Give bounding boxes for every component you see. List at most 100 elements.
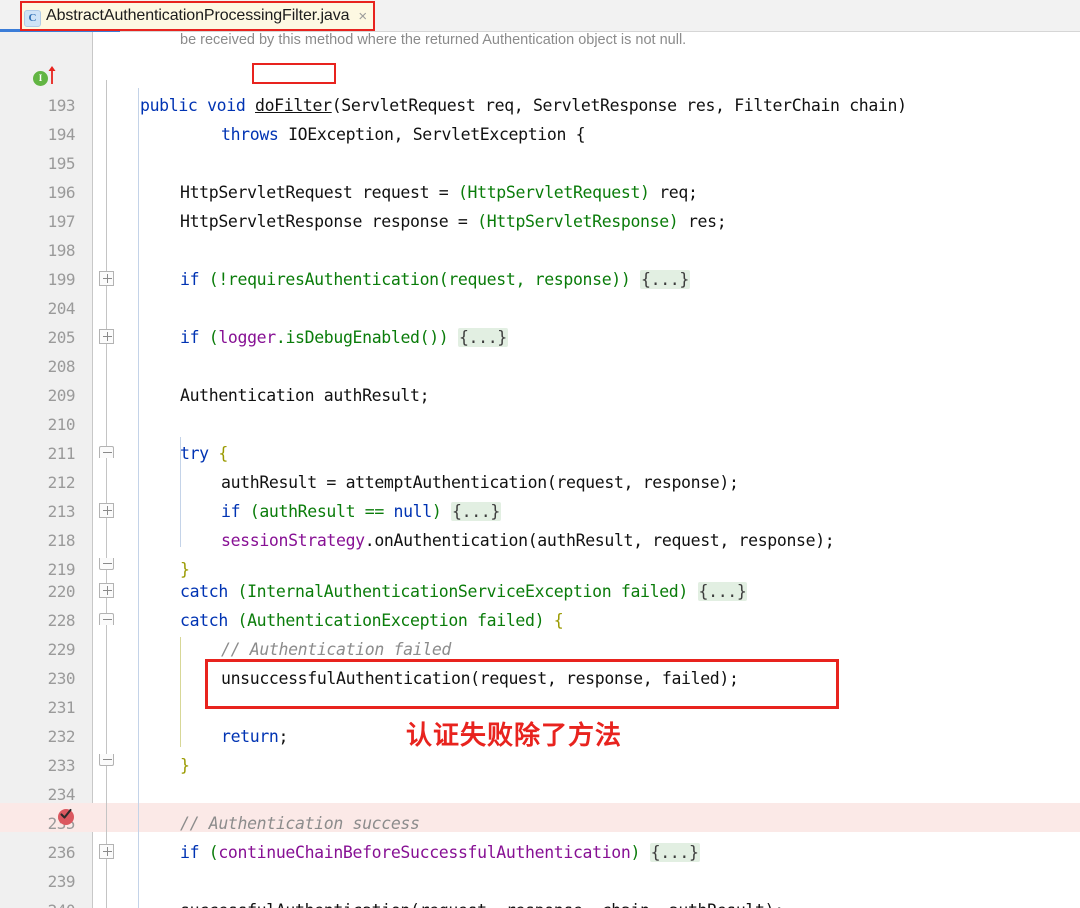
code-method-link[interactable]: doFilter	[255, 96, 332, 115]
code-line-195[interactable]: 195	[0, 149, 1080, 178]
folded-block[interactable]: {...}	[697, 582, 748, 601]
code-call: .isDebugEnabled())	[275, 328, 449, 347]
line-number: 209	[47, 386, 76, 405]
code-line-208[interactable]: 208	[0, 352, 1080, 381]
line-number: 230	[47, 669, 76, 688]
line-number: 213	[47, 502, 76, 521]
code-rest: IOException, ServletException {	[278, 125, 586, 144]
code-text: if (authResult == null) {...}	[221, 497, 501, 526]
line-number: 239	[47, 872, 76, 891]
code-paren: (	[199, 328, 219, 347]
fold-collapse-icon-211[interactable]	[99, 446, 114, 458]
code-line-196[interactable]: 196 HttpServletRequest request = (HttpSe…	[0, 178, 1080, 207]
code-field: continueChainBeforeSuccessfulAuthenticat…	[218, 843, 631, 862]
code-condition: (AuthenticationException failed)	[227, 611, 545, 630]
code-line-234[interactable]: 234	[0, 780, 1080, 809]
line-number: 231	[47, 698, 76, 717]
fold-expand-icon-199[interactable]	[99, 271, 114, 286]
code-text: throws IOException, ServletException {	[221, 120, 586, 149]
line-number: 232	[47, 727, 76, 746]
line-number: 212	[47, 473, 76, 492]
line-number: 240	[0, 896, 76, 908]
code-field: logger	[218, 328, 276, 347]
code-line-228[interactable]: 228 catch (AuthenticationException faile…	[0, 606, 1080, 635]
line-number: 193	[47, 96, 76, 115]
code-condition: (InternalAuthenticationServiceException …	[227, 582, 689, 601]
code-field: sessionStrategy	[221, 531, 365, 550]
code-paren-close: )	[630, 843, 641, 862]
folded-block[interactable]: {...}	[649, 843, 700, 862]
code-editor[interactable]: be received by this method where the ret…	[0, 32, 1080, 908]
line-number: 195	[47, 154, 76, 173]
code-line-239[interactable]: 239	[0, 867, 1080, 896]
code-line-198[interactable]: 198	[0, 236, 1080, 265]
code-text: Authentication authResult;	[180, 386, 430, 405]
code-line-211[interactable]: 211 try {	[0, 439, 1080, 468]
line-number: 199	[47, 270, 76, 289]
code-line-240[interactable]: 240 successfulAuthentication(request, re…	[0, 896, 1080, 908]
annotation-box-unsuccessful-authentication	[205, 659, 839, 709]
code-line-197[interactable]: 197 HttpServletResponse response = (Http…	[0, 207, 1080, 236]
annotation-box-dofilter	[252, 63, 336, 84]
implementation-marker-icon[interactable]: I	[33, 71, 48, 86]
code-rest: .onAuthentication(authResult, request, r…	[364, 531, 835, 550]
code-line-235[interactable]: 235 // Authentication success	[0, 809, 1080, 838]
code-line-213[interactable]: 213 if (authResult == null) {...}	[0, 497, 1080, 526]
code-text: try {	[180, 439, 228, 468]
folded-block[interactable]: {...}	[457, 328, 508, 347]
line-number: 210	[47, 415, 76, 434]
code-keyword: return	[221, 727, 279, 746]
fold-collapse-icon-233[interactable]	[99, 754, 114, 766]
code-line-233[interactable]: 233 }	[0, 751, 1080, 780]
code-line-210[interactable]: 210	[0, 410, 1080, 439]
code-keyword: catch	[180, 582, 228, 601]
line-number: 234	[47, 785, 76, 804]
javadoc-text-row: be received by this method where the ret…	[0, 32, 1080, 57]
line-number: 211	[47, 444, 76, 463]
close-icon[interactable]: ×	[358, 9, 367, 24]
tab-abstract-authentication-processing-filter[interactable]: C AbstractAuthenticationProcessingFilter…	[20, 1, 376, 31]
code-text: public void doFilter(ServletRequest req,…	[140, 91, 907, 120]
code-line-205[interactable]: 205 if (logger.isDebugEnabled()) {...}	[0, 323, 1080, 352]
code-text: catch (InternalAuthenticationServiceExce…	[180, 577, 748, 606]
fold-expand-icon-213[interactable]	[99, 503, 114, 518]
line-number: 197	[47, 212, 76, 231]
code-line-199[interactable]: 199 if (!requiresAuthentication(request,…	[0, 265, 1080, 294]
code-paren-close: )	[431, 502, 442, 521]
code-line-194[interactable]: 194 throws IOException, ServletException…	[0, 120, 1080, 149]
line-number: 196	[47, 183, 76, 202]
line-number: 204	[47, 299, 76, 318]
folded-block[interactable]: {...}	[451, 502, 501, 521]
code-line-212[interactable]: 212 authResult = attemptAuthentication(r…	[0, 468, 1080, 497]
code-null-literal: null	[393, 502, 433, 521]
code-text: if (continueChainBeforeSuccessfulAuthent…	[180, 838, 700, 867]
code-cast: (HttpServletResponse)	[477, 212, 679, 231]
code-tail: ;	[278, 727, 289, 746]
fold-expand-icon-205[interactable]	[99, 329, 114, 344]
line-number: 198	[47, 241, 76, 260]
overriding-method-arrow-icon[interactable]	[47, 65, 57, 85]
code-text: if (logger.isDebugEnabled()) {...}	[180, 323, 508, 352]
code-keyword: catch	[180, 611, 228, 630]
code-keyword: if	[180, 328, 200, 347]
folded-block[interactable]: {...}	[640, 270, 690, 289]
breakpoint-icon[interactable]	[57, 807, 76, 826]
code-text: // Authentication success	[180, 809, 420, 838]
fold-collapse-icon-219[interactable]	[99, 558, 114, 570]
line-number: 228	[47, 611, 76, 630]
code-text: HttpServletRequest request = (HttpServle…	[180, 178, 698, 207]
code-line-209[interactable]: 209 Authentication authResult;	[0, 381, 1080, 410]
fold-collapse-icon-228[interactable]	[99, 613, 114, 625]
code-line-218[interactable]: 218 sessionStrategy.onAuthentication(aut…	[0, 526, 1080, 555]
code-decl: HttpServletRequest request =	[180, 183, 458, 202]
code-line-204[interactable]: 204	[0, 294, 1080, 323]
code-line-220[interactable]: 220 catch (InternalAuthenticationService…	[0, 577, 1080, 606]
code-text: HttpServletResponse response = (HttpServ…	[180, 207, 727, 236]
line-number: 194	[47, 125, 76, 144]
code-keyword: if	[221, 502, 241, 521]
code-line-193[interactable]: 193 public void doFilter(ServletRequest …	[0, 91, 1080, 120]
code-keyword: if	[180, 843, 200, 862]
code-line-236[interactable]: 236 if (continueChainBeforeSuccessfulAut…	[0, 838, 1080, 867]
fold-expand-icon-236[interactable]	[99, 844, 114, 859]
fold-expand-icon-220[interactable]	[99, 583, 114, 598]
